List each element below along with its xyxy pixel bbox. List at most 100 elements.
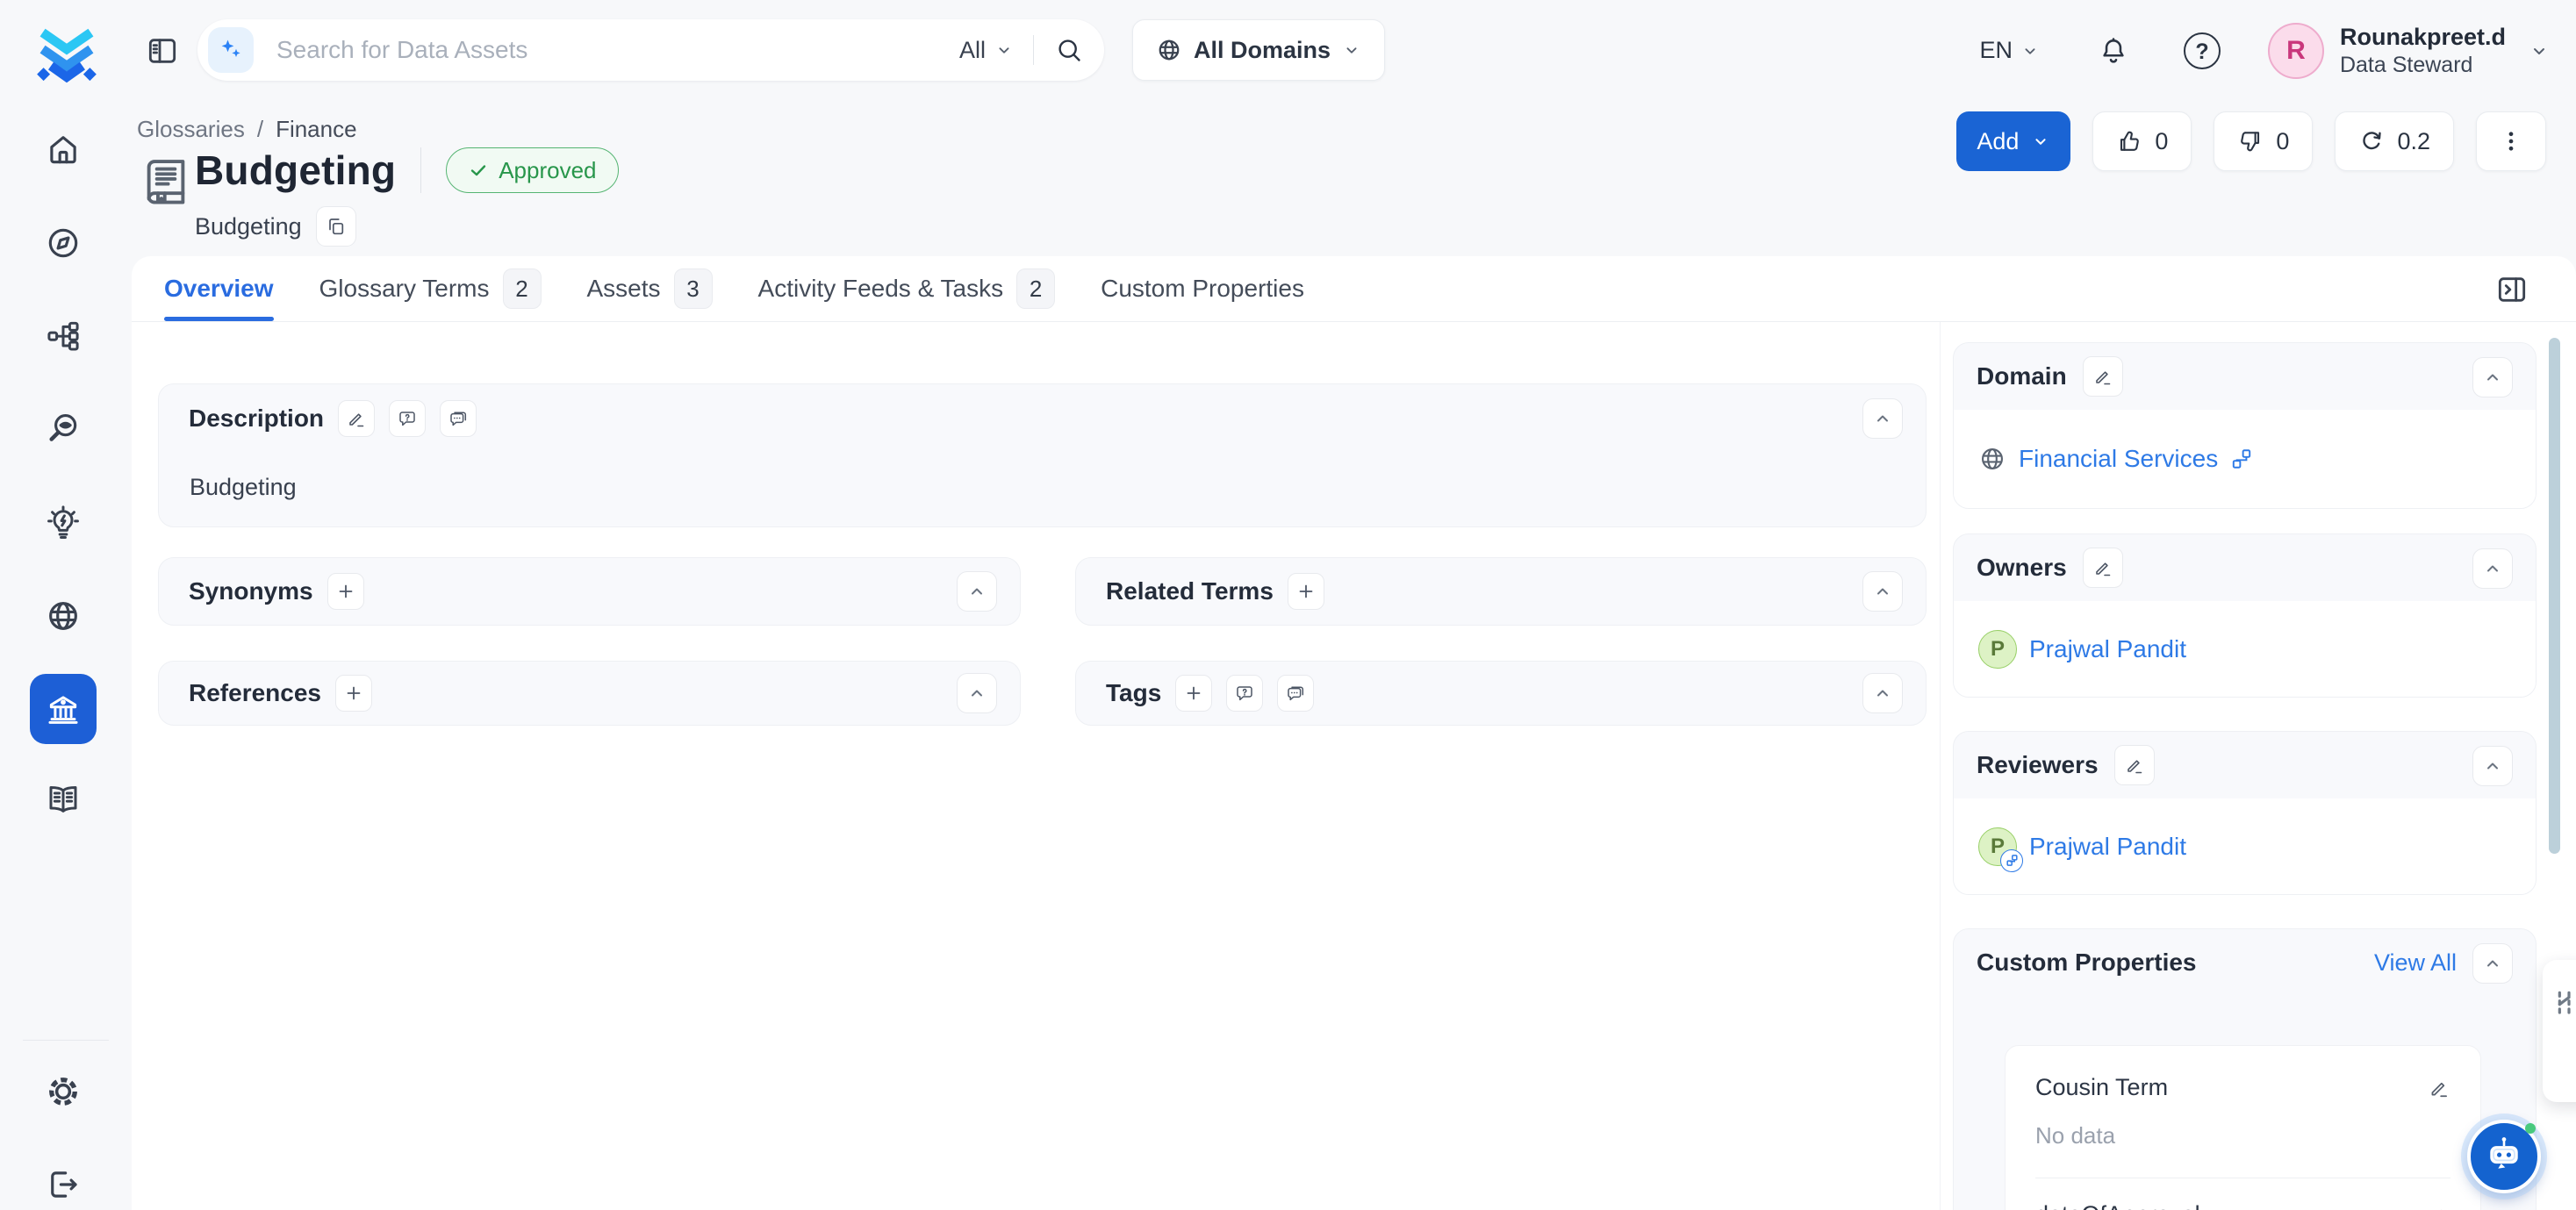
chat-bot-button[interactable] (2467, 1120, 2541, 1193)
search-divider (1033, 35, 1034, 65)
observability-icon (45, 411, 82, 447)
breadcrumb: Glossaries / Finance (137, 116, 357, 143)
search-scope-dropdown[interactable]: All (959, 37, 1014, 64)
custom-property-value: No data (2035, 1122, 2450, 1149)
all-domains-label: All Domains (1194, 37, 1331, 64)
notifications-button[interactable] (2098, 35, 2129, 67)
status-badge-label: Approved (499, 157, 596, 184)
app-logo[interactable] (33, 14, 100, 88)
topbar: All All Domains EN (132, 0, 2576, 101)
insights-icon (45, 505, 82, 541)
copy-button[interactable] (316, 206, 356, 247)
owner-link[interactable]: Prajwal Pandit (2029, 635, 2186, 663)
sidebar-toggle-button[interactable] (142, 31, 183, 71)
edit-owners-button[interactable] (2083, 548, 2123, 588)
right-panel-toggle-button[interactable] (2492, 269, 2532, 310)
help-button[interactable] (2184, 32, 2221, 69)
sidebar-item-glossary[interactable] (30, 674, 97, 744)
edit-custom-property-button[interactable] (2428, 1077, 2450, 1099)
user-name: Rounakpreet.d (2340, 22, 2506, 52)
sidebar-item-logout[interactable] (30, 1151, 97, 1210)
sidebar-toggle-icon (145, 33, 180, 68)
pencil-icon (2428, 1204, 2450, 1210)
version-button[interactable]: 0.2 (2335, 111, 2454, 171)
relation-icon (2230, 447, 2253, 470)
collapse-tags-button[interactable] (1862, 673, 1903, 713)
tag-comments-button[interactable] (1277, 675, 1314, 712)
reviewer-link[interactable]: Prajwal Pandit (2029, 833, 2186, 861)
header-actions: Add 0 0 (1956, 111, 2546, 171)
ai-search-button[interactable] (208, 27, 254, 73)
global-search[interactable]: All (197, 19, 1104, 81)
sidebar-item-domains[interactable] (30, 583, 97, 649)
domain-header: Domain (1954, 343, 2536, 410)
add-button[interactable]: Add (1956, 111, 2070, 171)
language-dropdown[interactable]: EN (1979, 37, 2040, 64)
language-value: EN (1979, 37, 2013, 64)
sidebar-item-explore[interactable] (30, 210, 97, 276)
collapse-references-button[interactable] (957, 673, 997, 713)
add-related-term-button[interactable] (1288, 573, 1324, 610)
edit-reviewers-button[interactable] (2114, 745, 2155, 785)
user-menu-chevron[interactable] (2529, 40, 2550, 61)
user-menu[interactable]: Rounakpreet.d Data Steward (2340, 22, 2506, 79)
user-avatar[interactable]: R (2268, 23, 2324, 79)
tags-card: Tags (1075, 661, 1927, 726)
references-label: References (189, 679, 321, 707)
search-button[interactable] (1055, 36, 1083, 64)
sidebar-item-insights[interactable] (30, 490, 97, 556)
sidebar-item-settings[interactable] (30, 1058, 97, 1125)
sidebar-item-lineage[interactable] (30, 303, 97, 369)
add-tag-button[interactable] (1175, 675, 1212, 712)
custom-properties-card: Custom Properties View All Cousin Term N… (1953, 928, 2537, 1210)
sidebar-item-home[interactable] (30, 116, 97, 183)
all-domains-dropdown[interactable]: All Domains (1132, 19, 1385, 81)
edit-description-button[interactable] (338, 400, 375, 437)
domain-label: Domain (1977, 362, 2067, 390)
scrollbar-thumb[interactable] (2549, 338, 2560, 854)
breadcrumb-link-glossaries[interactable]: Glossaries (137, 116, 245, 143)
more-options-button[interactable] (2476, 111, 2546, 171)
tab-count-badge: 3 (674, 268, 713, 309)
tags-label: Tags (1106, 679, 1161, 707)
tab-activity-feeds[interactable]: Activity Feeds & Tasks 2 (758, 256, 1056, 321)
tab-label: Glossary Terms (319, 275, 490, 303)
pencil-icon (2092, 366, 2113, 387)
collapse-synonyms-button[interactable] (957, 571, 997, 612)
add-synonym-button[interactable] (327, 573, 364, 610)
tab-custom-properties[interactable]: Custom Properties (1101, 256, 1304, 321)
sidebar-item-observability[interactable] (30, 396, 97, 462)
collapse-custom-properties-button[interactable] (2472, 943, 2513, 984)
edit-custom-property-button[interactable] (2428, 1204, 2450, 1210)
tab-assets[interactable]: Assets 3 (587, 256, 713, 321)
collapse-description-button[interactable] (1862, 398, 1903, 439)
topbar-right: EN R Rounakpreet.d Data Steward (1979, 0, 2550, 101)
tab-glossary-terms[interactable]: Glossary Terms 2 (319, 256, 542, 321)
references-row: References (159, 662, 1020, 725)
search-input[interactable] (276, 36, 959, 64)
request-description-button[interactable] (389, 400, 426, 437)
chevron-up-icon (1872, 408, 1893, 429)
subtitle-row: Budgeting (195, 206, 356, 247)
reviewers-label: Reviewers (1977, 751, 2099, 779)
floating-widget-handle[interactable] (2543, 960, 2576, 1102)
kebab-menu-icon (2498, 128, 2524, 154)
collapse-domain-button[interactable] (2472, 357, 2513, 397)
lineage-icon (45, 318, 82, 354)
add-reference-button[interactable] (335, 675, 372, 712)
description-comments-button[interactable] (440, 400, 477, 437)
tab-overview[interactable]: Overview (164, 256, 274, 321)
domain-link[interactable]: Financial Services (2019, 445, 2218, 473)
view-all-link[interactable]: View All (2374, 949, 2457, 977)
collapse-reviewers-button[interactable] (2472, 746, 2513, 786)
collapse-owners-button[interactable] (2472, 548, 2513, 589)
upvote-button[interactable]: 0 (2092, 111, 2192, 171)
title-row: Budgeting Approved (195, 141, 619, 199)
request-tag-button[interactable] (1226, 675, 1263, 712)
edit-domain-button[interactable] (2083, 356, 2123, 397)
collapse-related-terms-button[interactable] (1862, 571, 1903, 612)
globe-icon (1978, 445, 2006, 473)
page-title: Budgeting (195, 147, 396, 194)
downvote-button[interactable]: 0 (2214, 111, 2313, 171)
sidebar-item-learn[interactable] (30, 766, 97, 833)
